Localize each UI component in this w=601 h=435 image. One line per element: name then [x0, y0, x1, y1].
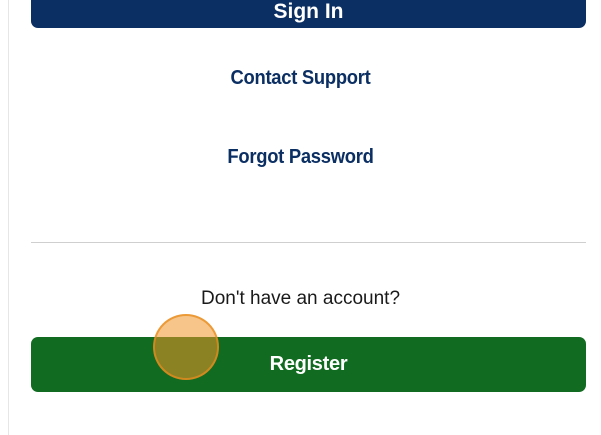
- sign-in-button[interactable]: Sign In: [31, 0, 586, 28]
- section-divider: [31, 242, 586, 243]
- sign-in-label: Sign In: [273, 0, 344, 23]
- register-button[interactable]: Register: [31, 337, 586, 392]
- login-page: Sign In Contact Support Forgot Password …: [0, 0, 601, 435]
- contact-support-link[interactable]: Contact Support: [24, 67, 577, 90]
- no-account-prompt: Don't have an account?: [200, 288, 401, 309]
- left-border: [8, 0, 9, 435]
- forgot-password-link[interactable]: Forgot Password: [24, 146, 577, 169]
